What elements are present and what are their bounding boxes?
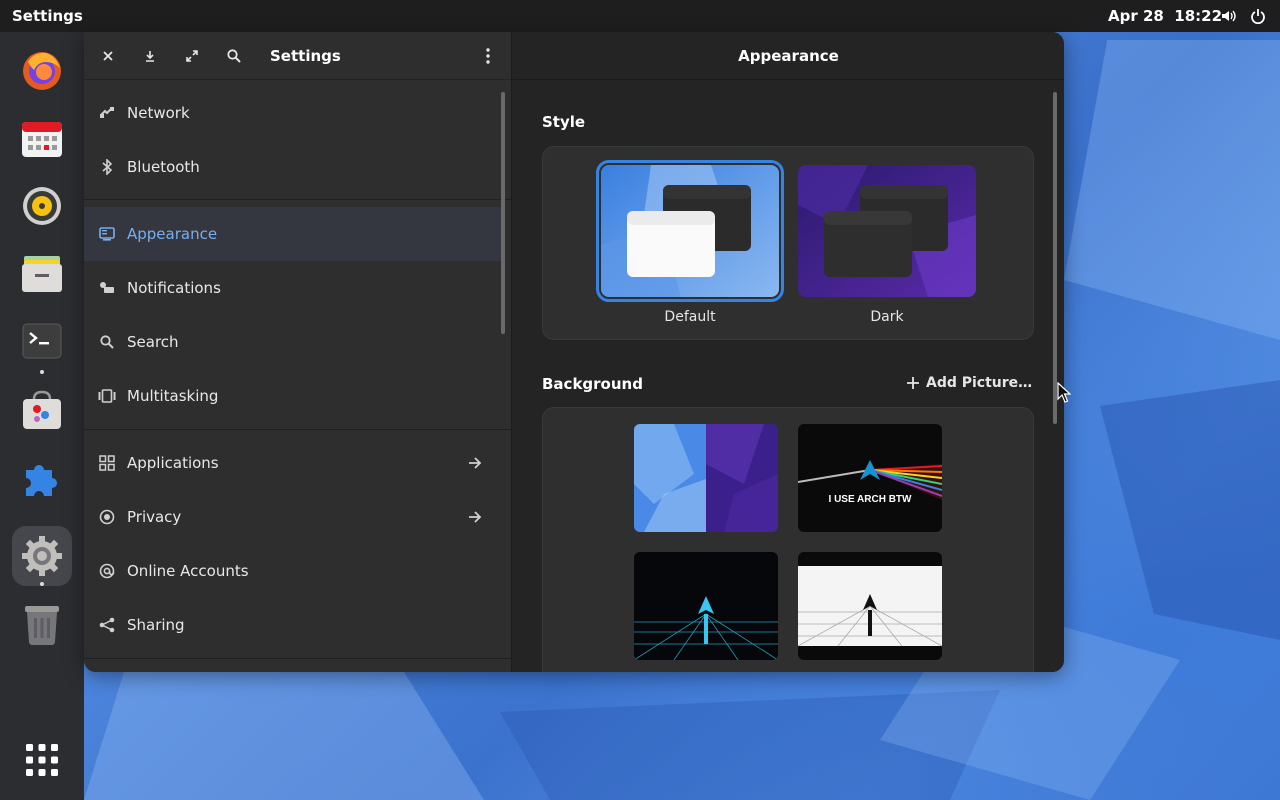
- share-icon: [98, 616, 116, 634]
- sidebar: Settings Network Bluetooth Appearance No…: [84, 32, 512, 672]
- sidebar-item-label: Appearance: [127, 225, 218, 243]
- sidebar-item-label: Notifications: [127, 279, 221, 297]
- background-thumb[interactable]: [634, 424, 778, 532]
- sidebar-item-label: Search: [127, 333, 179, 351]
- sidebar-item-label: Network: [127, 104, 190, 122]
- add-picture-label: Add Picture…: [926, 375, 1033, 391]
- mouse-cursor-icon: [1057, 382, 1071, 403]
- arrow-right-icon: [469, 511, 482, 523]
- download-icon: [146, 51, 154, 62]
- search-icon: [227, 49, 241, 63]
- separator: [84, 429, 512, 430]
- calendar-icon[interactable]: [12, 108, 72, 168]
- add-picture-button[interactable]: Add Picture…: [906, 375, 1032, 391]
- content-header: Appearance: [513, 32, 1064, 80]
- dark-style-preview: [798, 165, 976, 297]
- search-button[interactable]: [222, 44, 246, 68]
- privacy-icon: [98, 508, 116, 526]
- sidebar-item-label: Applications: [127, 454, 219, 472]
- extensions-icon[interactable]: [12, 448, 72, 508]
- settings-window: Settings Network Bluetooth Appearance No…: [84, 32, 1064, 672]
- maximize-button[interactable]: [180, 44, 204, 68]
- style-section-title: Style: [542, 113, 586, 131]
- sidebar-item-online-accounts[interactable]: Online Accounts: [84, 544, 504, 598]
- style-default-option[interactable]: [596, 160, 784, 302]
- apps-grid-icon: [98, 454, 116, 472]
- style-dark-label: Dark: [870, 309, 904, 325]
- wallpaper-shape: [84, 672, 484, 800]
- notification-icon: [98, 279, 116, 297]
- wallpaper-shape: [1064, 40, 1280, 340]
- expand-icon: [186, 50, 198, 62]
- background-section-title: Background: [542, 375, 643, 393]
- background-card: I USE ARCH BTW: [542, 407, 1034, 672]
- search-icon: [98, 333, 116, 351]
- sidebar-item-label: Sharing: [127, 616, 185, 634]
- multitasking-icon: [98, 387, 116, 405]
- app-grid-icon[interactable]: [12, 730, 72, 790]
- sidebar-item-network[interactable]: Network: [84, 86, 504, 140]
- display-icon: [98, 225, 116, 243]
- background-thumb[interactable]: [798, 552, 942, 660]
- main-menu-button[interactable]: [476, 44, 500, 68]
- plus-icon: [907, 377, 919, 389]
- volume-icon[interactable]: [1220, 7, 1236, 25]
- sidebar-item-applications[interactable]: Applications: [84, 436, 504, 490]
- more-vertical-icon: [486, 48, 490, 64]
- activities-app-name[interactable]: Settings: [0, 7, 83, 25]
- separator: [84, 658, 512, 659]
- top-bar: Settings Apr 28 18:22: [0, 0, 1280, 32]
- background-thumb[interactable]: I USE ARCH BTW: [798, 424, 942, 532]
- clock-date: Apr 28: [1108, 7, 1164, 25]
- system-tray[interactable]: [1220, 7, 1266, 25]
- style-dark-option[interactable]: [798, 165, 976, 297]
- sidebar-item-sharing[interactable]: Sharing: [84, 598, 504, 652]
- sidebar-item-label: Bluetooth: [127, 158, 200, 176]
- background-thumb[interactable]: [634, 552, 778, 660]
- style-card: Default Dark: [542, 146, 1034, 340]
- content-pane: Appearance Style Default Dark Background…: [513, 32, 1064, 672]
- default-style-preview: [601, 165, 779, 297]
- at-icon: [98, 562, 116, 580]
- close-button[interactable]: [96, 44, 120, 68]
- running-indicator: [40, 582, 44, 586]
- page-title: Appearance: [738, 46, 839, 65]
- sidebar-title: Settings: [270, 47, 341, 65]
- files-icon[interactable]: [12, 244, 72, 304]
- sidebar-item-label: Online Accounts: [127, 562, 249, 580]
- arch-caption: I USE ARCH BTW: [829, 494, 913, 505]
- clock-time: 18:22: [1174, 7, 1223, 25]
- sidebar-header: Settings: [84, 32, 511, 80]
- arrow-right-icon: [469, 457, 482, 469]
- firefox-icon[interactable]: [12, 40, 72, 100]
- style-default-label: Default: [664, 309, 716, 325]
- dock: [0, 32, 84, 800]
- close-icon: [103, 51, 113, 61]
- content-scrollbar[interactable]: [1053, 92, 1057, 424]
- bluetooth-icon: [98, 158, 116, 176]
- separator: [84, 199, 512, 200]
- sidebar-item-notifications[interactable]: Notifications: [84, 261, 504, 315]
- software-icon[interactable]: [12, 380, 72, 440]
- terminal-icon[interactable]: [12, 312, 72, 372]
- wallpaper-shape: [1100, 380, 1280, 640]
- trash-icon[interactable]: [12, 594, 72, 654]
- sidebar-item-label: Multitasking: [127, 387, 219, 405]
- sidebar-item-multitasking[interactable]: Multitasking: [84, 369, 504, 423]
- network-icon: [98, 104, 116, 122]
- settings-icon[interactable]: [12, 526, 72, 586]
- rhythmbox-icon[interactable]: [12, 176, 72, 236]
- running-indicator: [40, 370, 44, 374]
- sidebar-item-label: Privacy: [127, 508, 182, 526]
- clock[interactable]: Apr 28 18:22: [1108, 7, 1222, 25]
- sidebar-item-privacy[interactable]: Privacy: [84, 490, 504, 544]
- sidebar-item-search[interactable]: Search: [84, 315, 504, 369]
- power-icon[interactable]: [1250, 7, 1266, 25]
- sidebar-item-bluetooth[interactable]: Bluetooth: [84, 140, 504, 194]
- sidebar-item-appearance[interactable]: Appearance: [84, 207, 504, 261]
- sidebar-scrollbar[interactable]: [501, 92, 505, 334]
- minimize-button[interactable]: [138, 44, 162, 68]
